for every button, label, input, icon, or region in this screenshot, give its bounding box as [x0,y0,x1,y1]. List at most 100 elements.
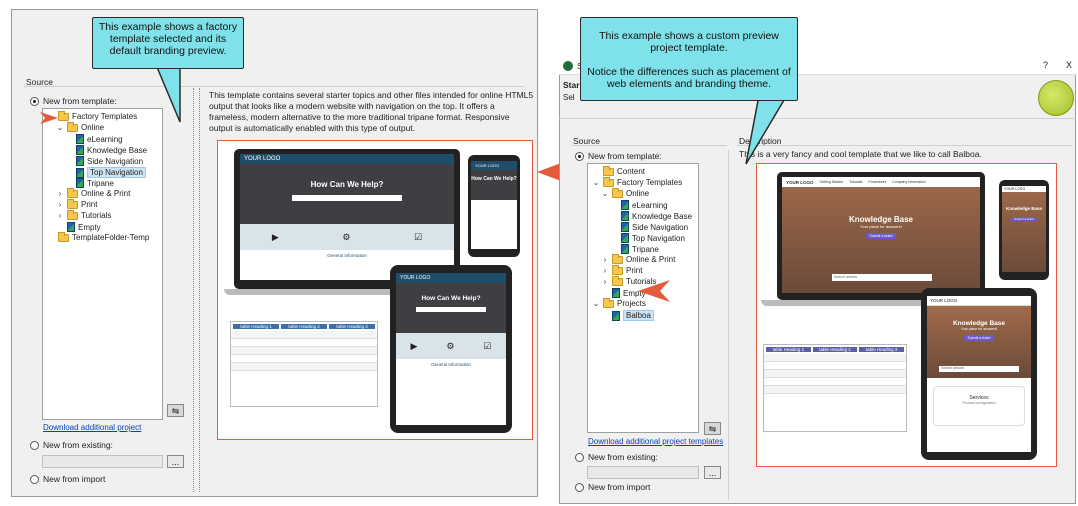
tree-item[interactable]: Top Navigation [65,167,146,178]
tree-item[interactable]: Side Navigation [610,222,688,232]
tree-item-label: Balboa [623,310,654,321]
right-header-separator [559,118,1076,119]
phone-mockup: YOUR LOGO How Can We Help? [468,155,520,257]
check-icon: ☑ [483,340,492,351]
right-splitter[interactable] [728,150,734,500]
laptop-subheadline: Your place for answers! [860,224,902,229]
app-icon [563,61,573,71]
tree-item[interactable]: eLearning [610,200,668,210]
right-table-mockup: table Heading 1 table Heading 2 table He… [763,344,907,432]
tree-item-label: eLearning [87,134,123,144]
left-new-from-import-radio[interactable]: New from import [30,474,105,484]
chevron-right-icon[interactable]: › [601,255,609,264]
right-callout: This example shows a custom preview proj… [580,17,798,101]
tree-item[interactable]: Top Navigation [610,233,685,243]
tree-item[interactable]: ⌄ Online [601,187,650,198]
tree-item-label: Print [81,200,98,209]
tree-item-label: Knowledge Base [87,145,148,155]
tree-item[interactable]: Knowledge Base [610,211,692,221]
laptop-search [292,195,402,201]
right-browse-button[interactable]: ... [704,466,721,479]
tree-item[interactable]: Side Navigation [65,156,143,166]
left-existing-input[interactable] [42,455,163,468]
radio-dot [30,96,39,106]
tree-item[interactable]: › Online & Print [601,253,675,264]
tree-item[interactable]: ⌄Factory Templates [47,110,137,121]
tree-item[interactable]: TemplateFolder-Temp [47,231,150,242]
right-new-from-template-radio[interactable]: New from template: [575,151,662,161]
phone-headline: How Can We Help? [471,176,517,182]
laptop-nav: YOUR LOGO Getting Started Tutorials Proc… [782,177,980,187]
table-header-row: table Heading 1 table Heading 2 table He… [231,322,377,331]
right-new-from-existing-label: New from existing: [588,452,658,462]
close-button[interactable]: X [1066,60,1072,70]
tree-item[interactable]: › Print [56,198,98,209]
right-download-link[interactable]: Download additional project templates [588,437,723,446]
chevron-down-icon[interactable]: ⌄ [592,178,600,187]
chevron-right-icon[interactable]: › [601,266,609,275]
check-icon: ☑ [414,231,423,242]
left-download-link[interactable]: Download additional project [43,423,141,432]
tree-item-label: Knowledge Base [632,211,693,221]
tree-item[interactable]: Content [592,165,645,176]
left-splitter[interactable] [193,88,200,492]
tablet-services-card: Services Product configuration [933,386,1025,426]
left-template-tree[interactable]: ⌄Factory Templates⌄Online eLearningKnowle… [42,108,163,420]
tree-item[interactable]: Balboa [601,310,654,321]
tree-item-label: Factory Templates [617,178,683,187]
tree-item[interactable]: eLearning [65,134,123,144]
flare-logo-icon [1038,80,1074,116]
template-icon [621,200,629,210]
laptop-screen: YOUR LOGO Getting Started Tutorials Proc… [782,177,980,293]
chevron-right-icon[interactable]: › [56,200,64,209]
tree-item[interactable]: Empty [56,222,101,232]
tablet-header-logo: YOUR LOGO [396,273,506,283]
tree-item[interactable]: Tripane [610,244,659,254]
right-tree-action-button[interactable]: ⇋ [704,422,721,435]
tree-item[interactable]: › Print [601,264,642,275]
right-new-from-existing-radio[interactable]: New from existing: [575,452,658,462]
chevron-down-icon[interactable]: ⌄ [601,189,609,198]
tree-item[interactable]: Tripane [65,178,114,188]
left-tree-action-button[interactable]: ⇋ [167,404,184,417]
folder-icon [603,165,614,176]
chevron-down-icon[interactable]: ⌄ [592,299,600,308]
phone-headline: Knowledge Base [1005,206,1042,211]
left-new-from-existing-radio[interactable]: New from existing: [30,440,113,450]
left-new-from-template-radio[interactable]: New from template: [30,96,117,106]
tree-item[interactable]: ⌄ Online [56,121,104,132]
right-existing-input[interactable] [587,466,699,479]
tablet-headline: Knowledge Base [952,320,1005,327]
phone-logo: YOUR LOGO [1002,186,1046,192]
help-button[interactable]: ? [1043,60,1048,70]
tree-item-label: Tutorials [81,211,112,220]
nav-link: Tutorials [849,180,863,184]
tree-item[interactable]: › Tutorials [56,209,112,220]
tree-item[interactable]: ⌄ Factory Templates [592,176,683,187]
laptop-search: Search articles [832,274,932,281]
radio-dot [575,452,584,462]
left-table-mockup: table Heading 1 table Heading 2 table He… [230,321,378,407]
laptop-general-info: General Information [327,253,367,258]
tree-item-label: TemplateFolder-Temp [72,233,150,242]
tablet-general-info: General Information [431,362,471,367]
radio-dot [30,474,39,484]
chevron-right-icon[interactable]: › [56,211,64,220]
tree-item[interactable]: Knowledge Base [65,145,147,155]
tree-item[interactable]: › Online & Print [56,187,131,198]
left-browse-button[interactable]: ... [167,455,184,468]
chevron-right-icon[interactable]: › [56,189,64,198]
template-icon [621,211,629,221]
table-heading: table Heading 3 [859,347,905,352]
tree-item-label: Online & Print [81,189,131,198]
left-description: This template contains several starter t… [209,90,534,133]
right-pointer-arrow [638,280,670,302]
right-new-from-import-radio[interactable]: New from import [575,482,650,492]
tree-item-label: Online [626,189,650,198]
chevron-right-icon[interactable]: › [601,277,609,286]
table-row [231,347,377,355]
table-row [764,370,906,378]
template-icon [621,222,629,232]
phone-hero: How Can We Help? [471,170,517,200]
gear-icon: ⚙ [342,231,351,242]
